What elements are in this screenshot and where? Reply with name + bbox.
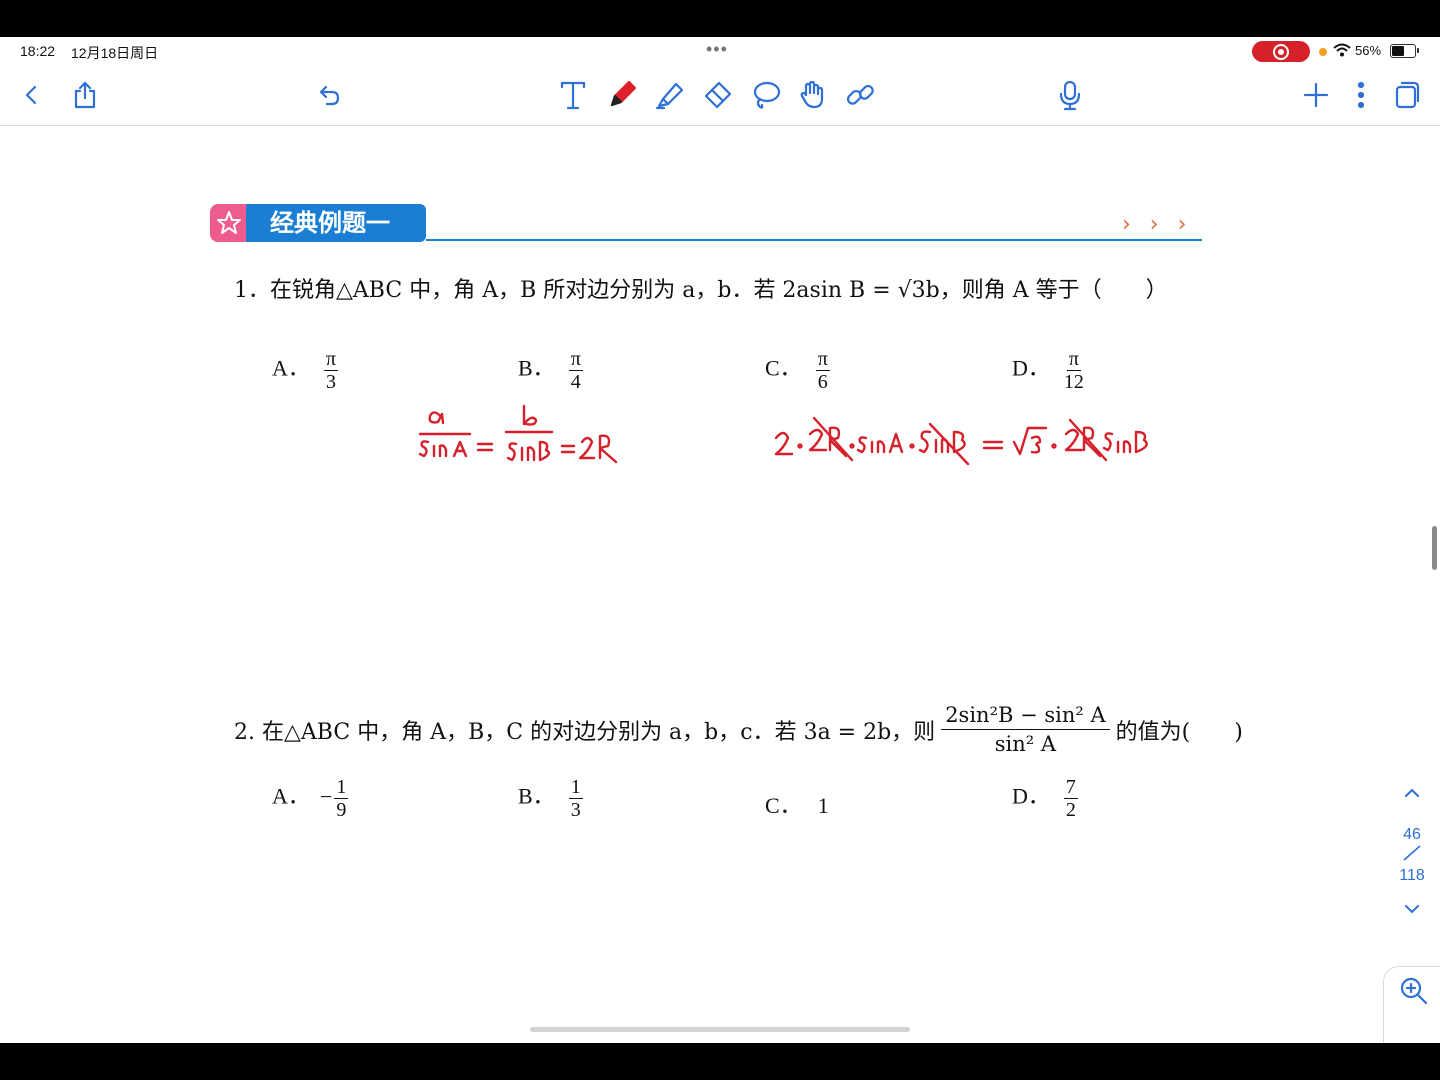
q2-fraction-denominator: sin² A [994,732,1057,756]
screen-recording-icon[interactable] [1252,41,1310,62]
q1-option-d[interactable]: D． π 12 [1012,348,1084,393]
section-divider [426,239,1202,241]
slash-divider [1403,845,1421,861]
clock: 18:22 [20,43,56,59]
denominator: 9 [336,799,347,821]
status-bar: 18:22 12月18日周日 ••• 56% [0,37,1440,65]
chevron-up-icon[interactable] [1403,787,1421,799]
q2-option-d[interactable]: D． 7 2 [1012,776,1078,821]
denominator: 3 [325,371,336,393]
back-icon[interactable] [14,77,50,113]
numerator: π [568,348,583,371]
battery-fill [1392,46,1404,56]
battery-percent: 56% [1355,43,1382,58]
numerator: 7 [1063,776,1078,799]
multitasking-dots-icon[interactable]: ••• [706,40,728,58]
eraser-icon[interactable] [700,77,736,113]
zoom-in-icon[interactable] [1398,975,1430,1007]
option-label: C． [765,355,802,381]
handwritten-sine-rule [418,404,618,464]
option-label: A． [272,783,310,809]
page-navigator: 46 118 [1392,786,1432,920]
microphone-icon[interactable] [1052,77,1088,113]
q2-fraction-numerator: 2sin²B − sin² A [941,701,1110,730]
q2-option-a[interactable]: A． −1 9 [272,776,349,821]
document-page[interactable]: 经典例题一 › › › 1．在锐角△ABC 中，角 A，B 所对边分别为 a，b… [0,126,1440,1043]
numerator: π [323,348,338,371]
chevrons-decoration: › › › [1122,212,1193,237]
chevron-down-icon[interactable] [1403,903,1421,915]
date: 12月18日周日 [71,45,159,61]
question-1-text: 1．在锐角△ABC 中，角 A，B 所对边分别为 a，b．若 2asin B =… [234,278,1168,303]
option-label: D． [1012,783,1050,809]
total-pages: 118 [1399,867,1425,884]
more-icon[interactable] [1343,77,1379,113]
denominator: 6 [817,371,828,393]
denominator: 2 [1065,799,1076,821]
home-indicator[interactable] [530,1027,910,1032]
denominator: 3 [570,799,581,821]
option-value: 1 [817,793,829,818]
section-header: 经典例题一 [210,204,426,242]
option-label: B． [518,355,555,381]
q2-fraction: 2sin²B − sin² A sin² A [941,701,1110,758]
share-icon[interactable] [67,77,103,113]
hand-icon[interactable] [795,77,831,113]
q1-option-a[interactable]: A． π 3 [272,348,338,393]
question-2-text: 2. 在△ABC 中，角 A，B，C 的对边分别为 a，b，c．若 3a = 2… [234,701,1243,758]
option-label: A． [272,355,310,381]
battery-icon [1390,44,1419,58]
mic-in-use-indicator [1319,48,1327,56]
denominator: 4 [570,371,581,393]
option-label: C． [765,793,802,818]
section-title: 经典例题一 [246,204,426,242]
q1-option-b[interactable]: B． π 4 [518,348,583,393]
numerator: π [815,348,830,371]
minus-sign: − [319,783,333,809]
toolbar [0,65,1440,126]
q2-option-c[interactable]: C． 1 [765,788,829,820]
ipad-screen: 18:22 12月18日周日 ••• 56% 经典例题一 › › › 1．在锐角… [0,37,1440,1043]
undo-icon[interactable] [311,77,347,113]
pages-icon[interactable] [1389,77,1425,113]
pen-tool-icon[interactable] [604,77,640,113]
add-icon[interactable] [1298,77,1334,113]
q1-option-c[interactable]: C． π 6 [765,348,830,393]
star-icon [210,204,248,242]
lasso-icon[interactable] [748,77,784,113]
denominator: 12 [1063,371,1084,393]
numerator: π [1066,348,1081,371]
numerator: 1 [568,776,583,799]
zoom-button[interactable] [1383,966,1440,1043]
q2-prefix: 2. 在△ABC 中，角 A，B，C 的对边分别为 a，b，c．若 3a = 2… [234,719,936,745]
current-page: 46 [1403,826,1421,843]
q2-suffix: 的值为( ) [1115,719,1243,745]
scrollbar[interactable] [1432,526,1437,570]
handwritten-substitution [774,416,1148,466]
q2-option-b[interactable]: B． 1 3 [518,776,583,821]
highlighter-icon[interactable] [652,77,688,113]
option-label: B． [518,783,555,809]
option-label: D． [1012,355,1050,381]
numerator: 1 [334,776,349,799]
link-icon[interactable] [842,77,878,113]
text-tool-icon[interactable] [555,77,591,113]
wifi-icon [1333,43,1351,57]
